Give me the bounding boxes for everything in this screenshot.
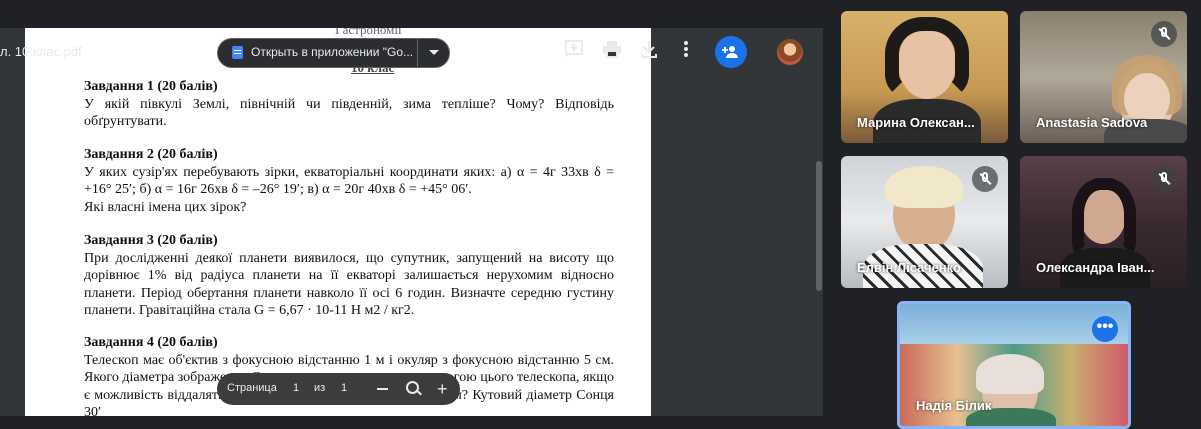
print-icon[interactable]: [600, 39, 624, 63]
download-icon[interactable]: [637, 39, 661, 63]
participant-tile[interactable]: Марина Олексан...: [841, 11, 1008, 143]
task-heading: Завдання 1 (20 балів): [84, 79, 218, 94]
zoom-in-icon[interactable]: +: [437, 380, 448, 398]
task-text: При дослідженні деякої планети виявилося…: [84, 250, 614, 319]
participant-tile[interactable]: Олександра Іван...: [1020, 156, 1187, 288]
task-text: Які власні імена цих зірок?: [84, 199, 247, 215]
chevron-down-icon[interactable]: [429, 50, 439, 55]
participant-name: Надія Білик: [916, 398, 992, 413]
add-comment-icon[interactable]: [562, 39, 586, 63]
divider: [417, 39, 418, 67]
task-2: Завдання 2 (20 балів) У яких сузір'ях пе…: [84, 146, 614, 216]
task-heading: Завдання 4 (20 балів): [84, 335, 218, 350]
participant-name: Марина Олексан...: [857, 115, 975, 130]
open-in-app-label: Открыть в приложении "Go...: [251, 45, 414, 59]
task-3: Завдання 3 (20 балів) При дослідженні де…: [84, 232, 614, 320]
page-number-input[interactable]: 1: [293, 382, 299, 394]
task-1: Завдання 1 (20 балів) У якій півкулі Зем…: [84, 78, 614, 131]
pdf-toolbar: л. 10 клас.pdf Открыть в приложении "Go.…: [0, 28, 823, 76]
docs-icon: [232, 46, 243, 59]
more-options-icon[interactable]: •••: [1092, 316, 1118, 342]
avatar[interactable]: [777, 39, 803, 65]
file-name: л. 10 клас.pdf: [0, 44, 82, 59]
add-person-button[interactable]: [715, 36, 747, 68]
participant-name: Олександра Іван...: [1036, 260, 1155, 275]
shared-screen: І астрономії 10 клас Завдання 1 (20 балі…: [0, 28, 823, 416]
page-navigation: Страница 1 из 1 +: [217, 373, 460, 405]
participant-name: Anastasia Sadova: [1036, 115, 1148, 130]
participant-tile[interactable]: Anastasia Sadova: [1020, 11, 1187, 143]
participant-tile-active[interactable]: ••• Надія Білик: [897, 301, 1131, 429]
task-heading: Завдання 3 (20 балів): [84, 233, 218, 248]
participant-tile[interactable]: Елвін Лісаченко: [841, 156, 1008, 288]
task-text: У якій півкулі Землі, північній чи півде…: [84, 96, 614, 130]
pdf-page: І астрономії 10 клас Завдання 1 (20 балі…: [25, 28, 651, 416]
zoom-out-icon[interactable]: [377, 388, 388, 390]
mic-off-icon: [1151, 166, 1177, 192]
page-label: Страница: [227, 382, 277, 394]
task-text: У яких сузір'ях перебувають зірки, екват…: [84, 164, 614, 198]
open-in-app-button[interactable]: Открыть в приложении "Go...: [217, 38, 450, 68]
more-vert-icon[interactable]: [674, 39, 698, 63]
of-label: из: [314, 382, 326, 394]
mic-off-icon: [1151, 21, 1177, 47]
mic-off-icon: [972, 166, 998, 192]
task-heading: Завдання 2 (20 балів): [84, 147, 218, 162]
page-total: 1: [341, 382, 348, 394]
zoom-icon[interactable]: [406, 381, 419, 394]
scrollbar[interactable]: [816, 161, 822, 291]
participant-name: Елвін Лісаченко: [857, 260, 961, 275]
